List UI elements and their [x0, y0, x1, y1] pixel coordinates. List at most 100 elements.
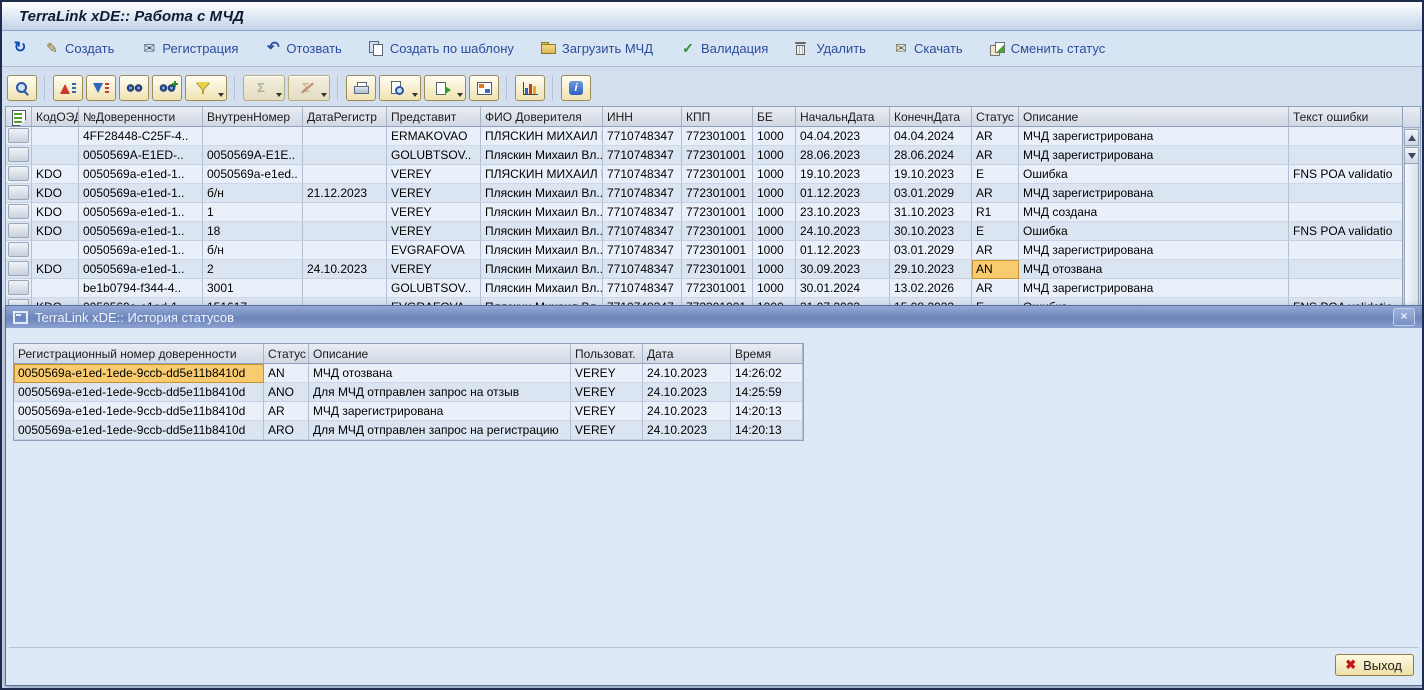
cell[interactable]: 1000	[753, 184, 796, 203]
close-icon[interactable]: ×	[1393, 308, 1415, 326]
validation-button[interactable]: ✓Валидация	[680, 40, 768, 56]
cell[interactable]: 04.04.2023	[796, 127, 890, 146]
column-header-6[interactable]: ФИО Доверителя	[481, 107, 603, 127]
row-select-button[interactable]	[8, 280, 29, 295]
cell[interactable]: GOLUBTSOV..	[387, 279, 481, 298]
cell[interactable]: МЧД зарегистрирована	[1019, 279, 1289, 298]
row-select-button[interactable]	[8, 261, 29, 276]
cell[interactable]: KDO	[32, 260, 79, 279]
cell[interactable]: 24.10.2023	[643, 402, 731, 421]
cell[interactable]: 0050569a-e1ed-1ede-9ccb-dd5e11b8410d	[14, 383, 264, 402]
cell[interactable]	[1289, 279, 1403, 298]
row-select-button[interactable]	[8, 185, 29, 200]
cell[interactable]	[303, 146, 387, 165]
cell[interactable]: МЧД зарегистрирована	[1019, 241, 1289, 260]
cell[interactable]: 04.04.2024	[890, 127, 972, 146]
cell[interactable]: VEREY	[387, 222, 481, 241]
cell[interactable]: 01.12.2023	[796, 241, 890, 260]
cell[interactable]: Пляскин Михаил Вл..	[481, 184, 603, 203]
cell[interactable]	[1289, 241, 1403, 260]
cell[interactable]: ПЛЯСКИН МИХАИЛ В..	[481, 165, 603, 184]
cell[interactable]: 7710748347	[603, 127, 682, 146]
cell[interactable]: VEREY	[571, 383, 643, 402]
cell[interactable]: 19.10.2023	[890, 165, 972, 184]
column-header-8[interactable]: КПП	[682, 107, 753, 127]
cell[interactable]: ERMAKOVAO	[387, 127, 481, 146]
cell[interactable]: 772301001	[682, 146, 753, 165]
exit-button[interactable]: ✖ Выход	[1335, 654, 1414, 676]
dialog-titlebar[interactable]: TerraLink xDE:: История статусов ×	[6, 306, 1422, 328]
cell[interactable]: 0050569a-e1ed-1..	[79, 241, 203, 260]
cell[interactable]: 0050569a-e1ed-1..	[79, 260, 203, 279]
cell[interactable]: 0050569a-e1ed-1ede-9ccb-dd5e11b8410d	[14, 421, 264, 440]
cell[interactable]: б/н	[203, 241, 303, 260]
column-header-1[interactable]: КодОЭД	[32, 107, 79, 127]
cell[interactable]: 2	[203, 260, 303, 279]
column-header-2[interactable]: №Доверенности	[79, 107, 203, 127]
cell[interactable]	[32, 241, 79, 260]
cell[interactable]: KDO	[32, 203, 79, 222]
cell[interactable]: 772301001	[682, 165, 753, 184]
cell[interactable]: 1000	[753, 241, 796, 260]
cell[interactable]: FNS POA validatio	[1289, 222, 1403, 241]
cell[interactable]: VEREY	[387, 260, 481, 279]
cell[interactable]: 1000	[753, 260, 796, 279]
cell[interactable]: ANO	[264, 383, 309, 402]
cell[interactable]: 03.01.2029	[890, 184, 972, 203]
cell[interactable]: б/н	[203, 184, 303, 203]
column-header-1[interactable]: Регистрационный номер доверенности	[14, 344, 264, 364]
cell[interactable]: AR	[972, 279, 1019, 298]
cell[interactable]: KDO	[32, 184, 79, 203]
sort-descending-button[interactable]	[86, 75, 116, 101]
cell[interactable]: 772301001	[682, 203, 753, 222]
cell[interactable]: 7710748347	[603, 165, 682, 184]
cell[interactable]: 14:26:02	[731, 364, 803, 383]
cell[interactable]	[32, 127, 79, 146]
cell[interactable]	[1289, 203, 1403, 222]
cell[interactable]: ARO	[264, 421, 309, 440]
cell[interactable]: 24.10.2023	[303, 260, 387, 279]
cell[interactable]	[303, 241, 387, 260]
refresh-button[interactable]: ↻	[12, 40, 28, 56]
scroll-up-button[interactable]	[1404, 129, 1419, 146]
cell[interactable]: 1000	[753, 222, 796, 241]
cell[interactable]: VEREY	[571, 402, 643, 421]
column-header-11[interactable]: КонечнДата	[890, 107, 972, 127]
cell[interactable]	[303, 127, 387, 146]
cell[interactable]: Для МЧД отправлен запрос на регистрацию	[309, 421, 571, 440]
cell[interactable]: МЧД отозвана	[1019, 260, 1289, 279]
column-header-14[interactable]: Текст ошибки	[1289, 107, 1403, 127]
cell[interactable]: 1000	[753, 165, 796, 184]
cell[interactable]: ПЛЯСКИН МИХАИЛ В..	[481, 127, 603, 146]
cell[interactable]: Ошибка	[1019, 165, 1289, 184]
column-header-2[interactable]: Статус	[264, 344, 309, 364]
cell[interactable]: GOLUBTSOV..	[387, 146, 481, 165]
cell[interactable]: 772301001	[682, 279, 753, 298]
download-button[interactable]: ✉Скачать	[893, 40, 963, 56]
cell[interactable]: E	[972, 222, 1019, 241]
cell[interactable]: 772301001	[682, 260, 753, 279]
cell[interactable]: 14:20:13	[731, 402, 803, 421]
cell[interactable]	[1289, 184, 1403, 203]
choose-layout-button[interactable]	[469, 75, 499, 101]
cell[interactable]: 7710748347	[603, 184, 682, 203]
print-preview-button[interactable]	[379, 75, 421, 101]
cell[interactable]: 7710748347	[603, 279, 682, 298]
column-header-12[interactable]: Статус	[972, 107, 1019, 127]
create-button[interactable]: ✎Создать	[44, 40, 114, 56]
row-select-cell[interactable]	[6, 222, 32, 241]
cell[interactable]: KDO	[32, 222, 79, 241]
cell[interactable]	[303, 279, 387, 298]
delete-button[interactable]: Удалить	[795, 41, 866, 56]
set-filter-button[interactable]	[185, 75, 227, 101]
cell[interactable]: EVGRAFOVA	[387, 241, 481, 260]
cell[interactable]: МЧД зарегистрирована	[1019, 184, 1289, 203]
cell[interactable]: 0050569a-e1ed-1..	[79, 165, 203, 184]
select-all-corner[interactable]	[6, 107, 32, 127]
cell[interactable]: KDO	[32, 165, 79, 184]
cell[interactable]: 13.02.2026	[890, 279, 972, 298]
cell[interactable]	[303, 222, 387, 241]
find-button[interactable]	[119, 75, 149, 101]
row-select-cell[interactable]	[6, 165, 32, 184]
cell[interactable]: 14:25:59	[731, 383, 803, 402]
